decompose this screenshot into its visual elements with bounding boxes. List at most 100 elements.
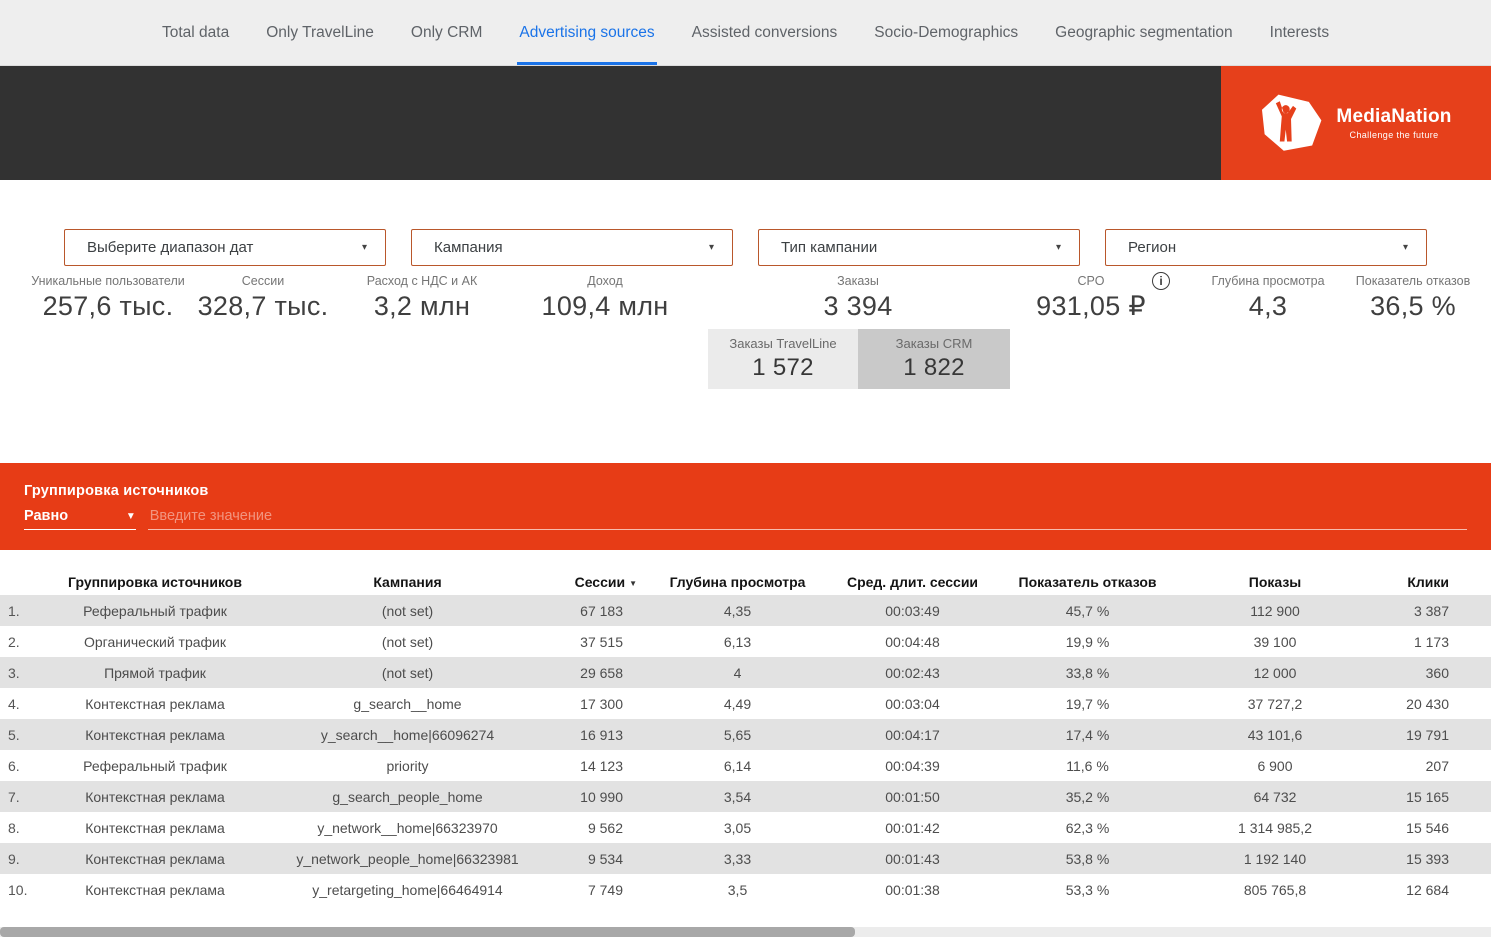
operator-select[interactable]: Равно ▼	[24, 508, 136, 530]
table-cell: 1 192 140	[1180, 851, 1370, 867]
table-cell: 3,05	[645, 820, 830, 836]
table-cell: 19,7 %	[995, 696, 1180, 712]
table-cell: Контекстная реклама	[40, 820, 270, 836]
table-row: 4.Контекстная рекламаg_search__home17 30…	[0, 688, 1491, 719]
kpi-label: Показатель отказов	[1356, 274, 1470, 288]
table-row: 3.Прямой трафик(not set)29 658400:02:433…	[0, 657, 1491, 688]
col-impressions[interactable]: Показы	[1180, 574, 1370, 590]
table-cell: 19,9 %	[995, 634, 1180, 650]
horizontal-scrollbar[interactable]	[0, 927, 1491, 937]
table-cell: Контекстная реклама	[40, 882, 270, 898]
col-source-grouping[interactable]: Группировка источников	[40, 574, 270, 590]
row-number: 1.	[0, 603, 40, 619]
table-cell: 37 515	[545, 634, 645, 650]
table-cell: 207	[1370, 758, 1491, 774]
kpi-label: Сессии	[198, 274, 329, 288]
chevron-down-icon: ▾	[362, 242, 367, 253]
table-cell: Реферальный трафик	[40, 603, 270, 619]
report-tab-bar: Total data Only TravelLine Only CRM Adve…	[0, 0, 1491, 66]
table-cell: 00:04:17	[830, 727, 995, 743]
header-band: MediaNation Challenge the future	[0, 66, 1491, 180]
row-number: 7.	[0, 789, 40, 805]
table-cell: 00:01:42	[830, 820, 995, 836]
tab-interests[interactable]: Interests	[1268, 0, 1331, 65]
col-avg-session-duration[interactable]: Сред. длит. сессии	[830, 574, 995, 590]
table-cell: 00:01:38	[830, 882, 995, 898]
filter-bar: Выберите диапазон дат ▾ Кампания ▾ Тип к…	[64, 229, 1427, 266]
table-cell: 16 913	[545, 727, 645, 743]
table-cell: (not set)	[270, 603, 545, 619]
kpi-value: 931,05 ₽	[1036, 291, 1146, 322]
header-dark-area	[0, 66, 1221, 180]
row-number: 3.	[0, 665, 40, 681]
kpi-label: Глубина просмотра	[1211, 274, 1324, 288]
table-cell: 360	[1370, 665, 1491, 681]
table-cell: 3,33	[645, 851, 830, 867]
table-cell: Реферальный трафик	[40, 758, 270, 774]
table-cell: 9 534	[545, 851, 645, 867]
tab-assisted-conversions[interactable]: Assisted conversions	[690, 0, 840, 65]
kpi-label: Заказы	[823, 274, 892, 288]
row-number: 10.	[0, 882, 40, 898]
table-cell: 29 658	[545, 665, 645, 681]
kpi-value: 109,4 млн	[542, 291, 669, 322]
table-row: 5.Контекстная рекламаy_search__home|6609…	[0, 719, 1491, 750]
table-cell: 14 123	[545, 758, 645, 774]
kpi-orders: Заказы 3 394	[823, 274, 892, 322]
table-cell: y_network__home|66323970	[270, 820, 545, 836]
table-cell: g_search_people_home	[270, 789, 545, 805]
table-cell: Контекстная реклама	[40, 727, 270, 743]
col-page-depth[interactable]: Глубина просмотра	[645, 574, 830, 590]
tab-advertising-sources[interactable]: Advertising sources	[517, 0, 656, 65]
table-cell: 12 684	[1370, 882, 1491, 898]
kpi-value: 4,3	[1211, 291, 1324, 322]
kpi-label: Доход	[542, 274, 669, 288]
table-cell: 53,8 %	[995, 851, 1180, 867]
date-range-filter-label: Выберите диапазон дат	[87, 239, 253, 256]
kpi-value: 3,2 млн	[367, 291, 477, 322]
col-clicks[interactable]: Клики	[1370, 574, 1491, 590]
table-cell: 00:04:48	[830, 634, 995, 650]
table-cell: 64 732	[1180, 789, 1370, 805]
table-row: 1.Реферальный трафик(not set)67 1834,350…	[0, 595, 1491, 626]
table-cell: 12 000	[1180, 665, 1370, 681]
row-number: 9.	[0, 851, 40, 867]
tab-only-travelline[interactable]: Only TravelLine	[264, 0, 376, 65]
campaign-type-filter[interactable]: Тип кампании ▾	[758, 229, 1080, 266]
table-header: Группировка источников Кампания Сессии▼ …	[0, 568, 1491, 595]
info-icon[interactable]: i	[1152, 272, 1170, 290]
filter-value-input[interactable]	[148, 508, 1467, 530]
table-cell: 62,3 %	[995, 820, 1180, 836]
table-cell: 3 387	[1370, 603, 1491, 619]
kpi-page-depth: Глубина просмотра 4,3	[1211, 274, 1324, 322]
scrollbar-thumb[interactable]	[0, 927, 855, 937]
col-sessions[interactable]: Сессии▼	[545, 574, 645, 590]
tab-socio-demographics[interactable]: Socio-Demographics	[872, 0, 1020, 65]
table-cell: 19 791	[1370, 727, 1491, 743]
kpi-value: 328,7 тыс.	[198, 291, 329, 322]
kpi-value: 3 394	[823, 291, 892, 322]
kpi-sessions: Сессии 328,7 тыс.	[198, 274, 329, 322]
kpi-unique-users: Уникальные пользователи 257,6 тыс.	[31, 274, 184, 322]
col-bounce-rate[interactable]: Показатель отказов	[995, 574, 1180, 590]
table-cell: 00:01:50	[830, 789, 995, 805]
date-range-filter[interactable]: Выберите диапазон дат ▾	[64, 229, 386, 266]
table-cell: 15 546	[1370, 820, 1491, 836]
brand-tagline: Challenge the future	[1336, 130, 1451, 140]
kpi-value: 257,6 тыс.	[31, 291, 184, 322]
table-cell: Контекстная реклама	[40, 696, 270, 712]
campaign-filter[interactable]: Кампания ▾	[411, 229, 733, 266]
kpi-label: Уникальные пользователи	[31, 274, 184, 288]
table-cell: Контекстная реклама	[40, 789, 270, 805]
tab-total-data[interactable]: Total data	[160, 0, 231, 65]
region-filter[interactable]: Регион ▾	[1105, 229, 1427, 266]
table-body: 1.Реферальный трафик(not set)67 1834,350…	[0, 595, 1491, 905]
brand-name: MediaNation	[1336, 106, 1451, 128]
tab-geographic-segmentation[interactable]: Geographic segmentation	[1053, 0, 1235, 65]
col-campaign[interactable]: Кампания	[270, 574, 545, 590]
table-cell: (not set)	[270, 634, 545, 650]
table-cell: y_network_people_home|66323981	[270, 851, 545, 867]
table-cell: 805 765,8	[1180, 882, 1370, 898]
tab-only-crm[interactable]: Only CRM	[409, 0, 484, 65]
kpi-cpo: CPO 931,05 ₽	[1036, 274, 1146, 322]
